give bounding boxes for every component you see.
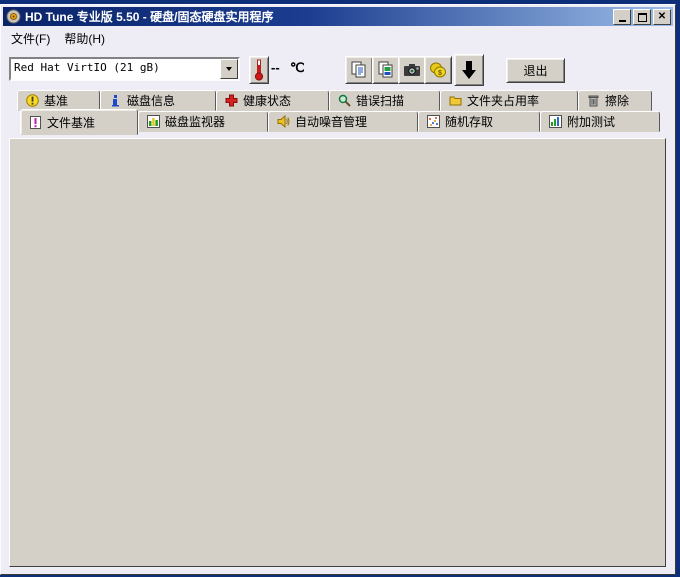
tab-row2-4[interactable]: 附加测试 — [540, 111, 660, 132]
tab-label: 擦除 — [605, 92, 629, 109]
tab-row2-1[interactable]: 磁盘监视器 — [138, 111, 268, 132]
copy-text-button[interactable] — [345, 56, 373, 84]
magnifier-icon — [338, 94, 351, 107]
tab-label: 自动噪音管理 — [295, 113, 367, 130]
app-icon — [6, 9, 21, 24]
exit-button-label: 退出 — [523, 62, 547, 79]
desktop: HD Tune 专业版 5.50 - 硬盘/固态硬盘实用程序 ✕ 文件(F) 帮… — [0, 0, 680, 577]
menu-help[interactable]: 帮助(H) — [57, 28, 112, 49]
close-button[interactable]: ✕ — [653, 9, 671, 25]
tab-label: 磁盘监视器 — [165, 113, 225, 130]
titlebar: HD Tune 专业版 5.50 - 硬盘/固态硬盘实用程序 ✕ — [3, 7, 673, 26]
health-cross-icon — [225, 94, 238, 107]
camera-icon — [403, 63, 421, 77]
copy-image-icon — [377, 61, 395, 79]
tab-row1-0[interactable]: 基准 — [17, 90, 100, 111]
tab-row1-1[interactable]: 磁盘信息 — [100, 90, 216, 111]
minimize-button[interactable] — [613, 9, 631, 25]
tab-label: 健康状态 — [243, 92, 291, 109]
speaker-icon — [277, 115, 290, 128]
file-benchmark-icon — [29, 116, 42, 129]
minimize-icon — [619, 20, 626, 22]
info-icon — [109, 94, 122, 107]
temperature-button[interactable] — [249, 56, 269, 84]
tab-row1-5[interactable]: 擦除 — [578, 90, 652, 111]
maximize-icon — [638, 13, 647, 22]
copy-image-button[interactable] — [372, 56, 400, 84]
menu-file[interactable]: 文件(F) — [4, 28, 57, 49]
extra-tests-icon — [549, 115, 562, 128]
registration-button[interactable]: $ — [424, 56, 452, 84]
disk-monitor-icon — [147, 115, 160, 128]
exit-button[interactable]: 退出 — [506, 58, 565, 83]
tab-row1-2[interactable]: 健康状态 — [216, 90, 329, 111]
folder-icon — [449, 94, 462, 107]
tab-row1-4[interactable]: 文件夹占用率 — [440, 90, 578, 111]
window-title: HD Tune 专业版 5.50 - 硬盘/固态硬盘实用程序 — [25, 8, 273, 25]
close-icon: ✕ — [658, 12, 666, 22]
drive-select[interactable]: Red Hat VirtIO (21 gB) — [9, 57, 240, 81]
tab-row2-2[interactable]: 自动噪音管理 — [268, 111, 418, 132]
toolbar: Red Hat VirtIO (21 gB) -- ℃ — [4, 49, 672, 89]
tab-label: 随机存取 — [445, 113, 493, 130]
chevron-down-icon — [226, 67, 232, 71]
tab-label: 文件夹占用率 — [467, 92, 539, 109]
tab-label: 磁盘信息 — [127, 92, 175, 109]
tab-row1-3[interactable]: 错误扫描 — [329, 90, 440, 111]
temperature-value: -- — [271, 60, 280, 75]
thermometer-icon — [253, 59, 265, 81]
temperature-unit: ℃ — [290, 60, 305, 76]
save-results-button[interactable] — [454, 54, 484, 86]
coins-icon: $ — [429, 61, 447, 79]
drive-select-value: Red Hat VirtIO (21 gB) — [14, 61, 220, 77]
tab-label: 错误扫描 — [356, 92, 404, 109]
random-dots-icon — [427, 115, 440, 128]
tab-label: 文件基准 — [47, 114, 95, 131]
tab-label: 基准 — [44, 92, 68, 109]
tab-row2-3[interactable]: 随机存取 — [418, 111, 540, 132]
screenshot-button[interactable] — [398, 56, 426, 84]
trash-icon — [587, 94, 600, 107]
drive-select-dropdown-button[interactable] — [220, 59, 238, 79]
down-arrow-icon — [461, 60, 477, 80]
exclamation-yellow-icon — [26, 94, 39, 107]
copy-text-icon — [350, 61, 368, 79]
maximize-button[interactable] — [633, 9, 651, 25]
menu-bar: 文件(F) 帮助(H) — [4, 28, 672, 48]
svg-text:$: $ — [438, 70, 442, 77]
file-benchmark-page — [9, 138, 666, 567]
tab-row2-0[interactable]: 文件基准 — [20, 109, 138, 135]
tab-label: 附加测试 — [567, 113, 615, 130]
